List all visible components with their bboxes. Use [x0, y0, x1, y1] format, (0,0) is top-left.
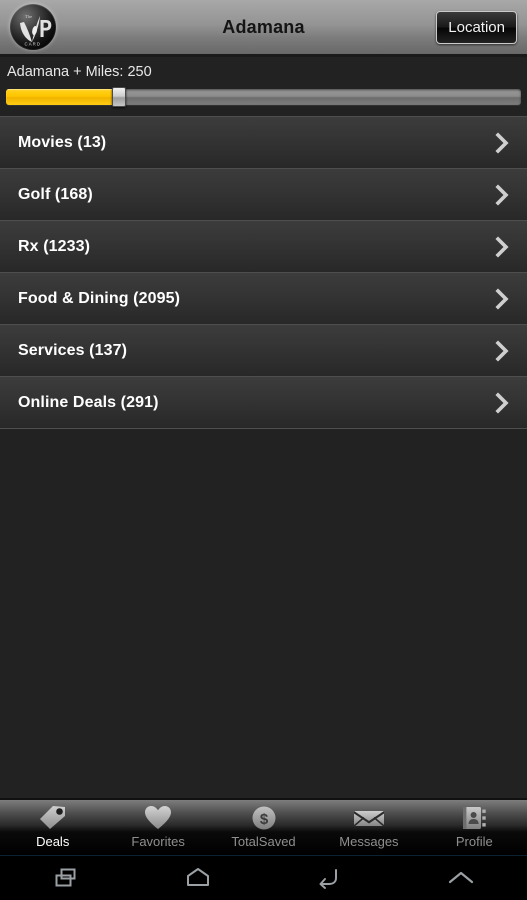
slider-track[interactable] — [6, 89, 521, 105]
heart-icon — [145, 806, 172, 829]
tab-label: TotalSaved — [231, 834, 296, 849]
distance-slider[interactable] — [6, 87, 521, 107]
envelope-icon — [353, 811, 385, 827]
price-tag-icon-wrap — [37, 803, 69, 833]
tab-favorites[interactable]: Favorites — [105, 800, 210, 855]
category-row-rx[interactable]: Rx (1233) — [0, 221, 527, 273]
category-label: Services (137) — [18, 341, 128, 359]
category-label: Food & Dining (2095) — [18, 289, 180, 307]
dollar-coin-icon: $ — [252, 806, 276, 830]
tab-label: Profile — [455, 834, 493, 849]
tab-label: Favorites — [131, 834, 185, 849]
vip-card-logo: The CARD — [10, 4, 56, 50]
category-label: Movies (13) — [18, 133, 107, 151]
home-icon — [186, 868, 209, 886]
chevron-right-icon — [495, 339, 509, 362]
dollar-coin-icon-wrap: $ — [249, 803, 279, 833]
category-label: Rx (1233) — [18, 237, 91, 255]
tab-profile[interactable]: Profile — [422, 800, 527, 855]
category-row-online-deals[interactable]: Online Deals (291) — [0, 377, 527, 429]
android-navigation-bar — [0, 855, 527, 900]
category-label: Online Deals (291) — [18, 393, 159, 411]
category-row-golf[interactable]: Golf (168) — [0, 169, 527, 221]
location-button[interactable]: Location — [436, 10, 517, 44]
contact-book-icon-wrap — [459, 803, 489, 833]
expand-button[interactable] — [395, 856, 527, 900]
recents-icon — [55, 868, 76, 887]
svg-text:$: $ — [259, 811, 268, 828]
back-button[interactable] — [264, 856, 396, 900]
tab-totalsaved[interactable]: $ TotalSaved — [211, 800, 316, 855]
slider-fill — [6, 89, 115, 105]
vip-logo-glyph: The CARD — [10, 4, 56, 50]
distance-filter-panel: Adamana + Miles: 250 — [0, 57, 527, 116]
envelope-icon-wrap — [352, 803, 386, 833]
bottom-tab-bar: Deals Favorites $ TotalSaved Messages Profile — [0, 798, 527, 855]
category-row-movies[interactable]: Movies (13) — [0, 117, 527, 169]
recents-button[interactable] — [0, 856, 132, 900]
app-screen: The CARD Adamana Location Adamana + Mile… — [0, 0, 527, 900]
svg-text:The: The — [25, 14, 32, 19]
tab-deals[interactable]: Deals — [0, 800, 105, 855]
price-tag-icon — [39, 806, 65, 829]
chevron-right-icon — [495, 287, 509, 310]
contact-book-icon — [463, 807, 487, 829]
chevron-right-icon — [495, 235, 509, 258]
tab-label: Messages — [339, 834, 399, 849]
category-row-food-dining[interactable]: Food & Dining (2095) — [0, 273, 527, 325]
distance-filter-label: Adamana + Miles: 250 — [7, 64, 152, 80]
category-label: Golf (168) — [18, 185, 93, 203]
chevron-right-icon — [495, 391, 509, 414]
category-row-services[interactable]: Services (137) — [0, 325, 527, 377]
category-list: Movies (13) Golf (168) Rx (1233) Food & Din… — [0, 116, 527, 429]
chevron-up-icon — [449, 871, 474, 884]
chevron-right-icon — [495, 131, 509, 154]
tab-messages[interactable]: Messages — [316, 800, 421, 855]
slider-thumb[interactable] — [112, 87, 127, 107]
chevron-right-icon — [495, 183, 509, 206]
tab-label: Deals — [36, 834, 70, 849]
back-arrow-icon — [319, 869, 338, 889]
app-header: The CARD Adamana Location — [0, 0, 527, 57]
svg-text:CARD: CARD — [25, 42, 42, 47]
heart-icon-wrap — [143, 803, 173, 833]
home-button[interactable] — [132, 856, 264, 900]
